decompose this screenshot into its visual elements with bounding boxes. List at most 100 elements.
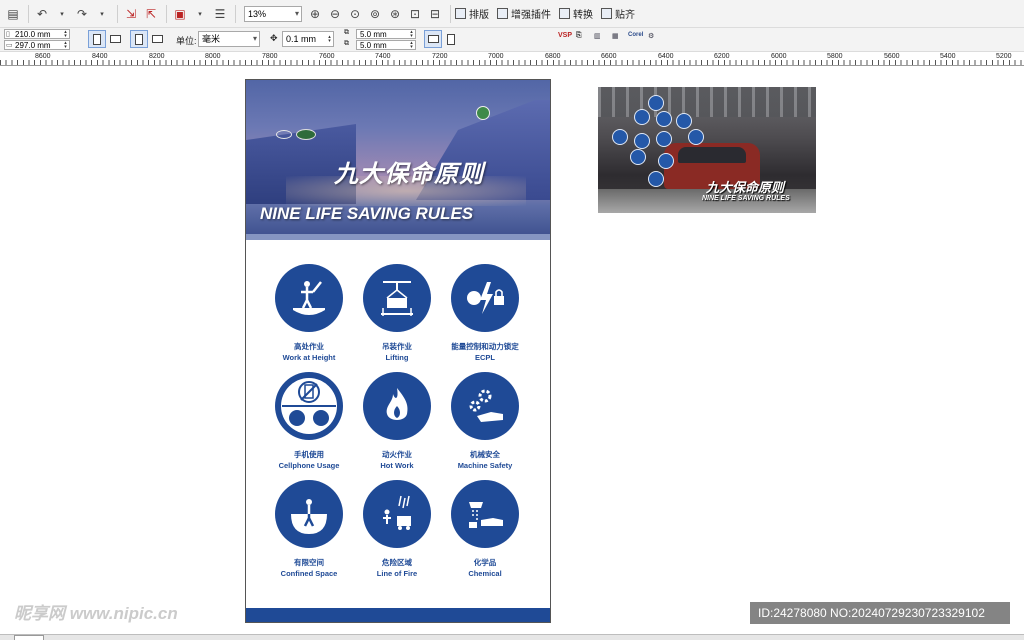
zoom-selected-icon[interactable]: ⊙ [346,5,364,23]
all-pages-button[interactable] [130,30,148,48]
duplicate-y-field[interactable]: 5.0 mm ▴ ▾ [356,40,416,50]
duplicate-y-value: 5.0 mm [360,41,387,50]
options-icon[interactable]: ☰ [211,5,229,23]
rule-confined-space: 有限空间 Confined Space [259,480,359,578]
stepper-icon[interactable]: ▴ ▾ [326,35,333,44]
all-pages-icon [135,33,143,45]
macro-icon[interactable]: ⎘ [576,32,582,40]
menu-plugins[interactable]: 增强插件 [497,6,551,21]
rule-en-label: Machine Safety [457,461,513,470]
units-value: 毫米 [202,34,221,44]
current-page-icon [151,35,163,43]
current-page-button[interactable] [148,30,166,48]
import-icon[interactable]: ⇲ [122,5,140,23]
height-icon: ▭ [6,42,13,49]
plugin-icon[interactable]: ⚙ [648,32,654,40]
snap-icon [601,8,612,19]
rule-en-label: Chemical [468,569,502,578]
building-logo [476,106,490,120]
export-icon[interactable]: ⇱ [142,5,160,23]
rule-work-at-height: 高处作业 Work at Height [259,264,359,362]
zoom-all-icon[interactable]: ⊚ [366,5,384,23]
rule-en-label: ECPL [474,353,495,362]
lifting-icon [363,264,431,332]
ruler-label: 5800 [827,53,843,60]
ruler-label: 5400 [940,53,956,60]
landscape-button[interactable] [106,30,124,48]
machine-safety-icon [451,372,519,440]
thumbnail-title-cn: 九大保命原则 [706,180,785,195]
cellphone-icon [275,372,343,440]
zoom-page-icon[interactable]: ⊛ [386,5,404,23]
ruler-label: 5200 [996,53,1012,60]
duplicate-x-field[interactable]: 5.0 mm ▴ ▾ [356,29,416,39]
page-height-field[interactable]: ▭ 297.0 mm ▴ ▾ [4,40,70,50]
horizontal-ruler[interactable]: 8600 8400 8200 8000 7800 7600 7400 7200 … [0,52,1024,66]
rule-hot-work: 动火作业 Hot Work [347,372,447,470]
ruler-label: 7000 [488,53,504,60]
nudge-distance-field[interactable]: 0.1 mm ▴ ▾ [282,31,334,47]
duplicate-x-value: 5.0 mm [360,30,387,39]
rule-cellphone: 手机使用 Cellphone Usage [259,372,359,470]
undo-dropdown-icon[interactable]: ▾ [53,5,71,23]
id-watermark: ID:24278080 NO:20240729230723329102 [750,602,1010,624]
portrait-button[interactable] [88,30,106,48]
factory-ceiling [598,87,816,117]
rule-badge-icon [658,153,674,169]
header-divider [246,234,550,240]
coreldraw-window: ▤ ↶ ▾ ↷ ▾ ⇲ ⇱ ▣ ▾ ☰ 13% ▾ ⊕ ⊖ ⊙ ⊚ ⊛ ⊡ ⊟ … [0,0,1024,640]
units-label: 单位: [176,36,197,46]
undo-icon[interactable]: ↶ [33,5,51,23]
rule-chemical: 化学品 Chemical [435,480,535,578]
zoom-level-select[interactable]: 13% ▾ [244,5,302,22]
vsp-label[interactable]: VSP [558,32,572,39]
barcode-icon[interactable]: ▥ [594,32,601,40]
treat-as-filled-button[interactable] [442,30,460,48]
menu-convert[interactable]: 转换 [559,6,593,21]
menu-layout[interactable]: 排版 [455,6,489,21]
width-icon: ▯ [6,31,10,38]
chevron-down-icon: ▾ [294,8,299,18]
rule-en-label: Line of Fire [376,569,418,578]
print-dropdown-icon[interactable]: ▾ [191,5,209,23]
zoom-out-icon[interactable]: ⊖ [326,5,344,23]
ruler-label: 6800 [545,53,561,60]
ruler-label: 7200 [432,53,448,60]
page-tabs-bar [0,634,1024,640]
rule-cn-label: 机械安全 [470,450,500,459]
rule-badge-icon [648,95,664,111]
nudge-distance-value: 0.1 mm [286,34,317,44]
stepper-icon[interactable]: ▴ ▾ [62,30,69,39]
units-select[interactable]: 毫米 ▾ [198,31,260,47]
print-icon[interactable]: ▣ [171,5,189,23]
rule-badge-icon [612,129,628,145]
page-width-field[interactable]: ▯ 210.0 mm ▴ ▾ [4,29,70,39]
menu-snap[interactable]: 贴齐 [601,6,635,21]
menu-convert-label: 转换 [573,10,593,21]
rule-badge-icon [648,171,664,187]
toolbar-separator [166,4,167,23]
confined-space-icon [275,480,343,548]
stepper-icon[interactable]: ▴ ▾ [408,30,415,39]
corel-label[interactable]: Corel [628,32,643,38]
property-bar: ▯ 210.0 mm ▴ ▾ ▭ 297.0 mm ▴ ▾ 单位: 毫米 ▾ ✥ 0… [0,28,1024,52]
stepper-icon[interactable]: ▴ ▾ [408,41,415,50]
toolbar-separator [28,4,29,23]
snap-units-icon [427,35,439,43]
snap-units-button[interactable] [424,30,442,48]
zoom-width-icon[interactable]: ⊡ [406,5,424,23]
paste-icon[interactable]: ▤ [4,5,22,23]
safety-poster[interactable]: 九大保命原则 NINE LIFE SAVING RULES 高处作业 Work … [245,79,551,623]
ruler-label: 6200 [714,53,730,60]
zoom-in-icon[interactable]: ⊕ [306,5,324,23]
drawing-canvas[interactable]: 九大保命原则 NINE LIFE SAVING RULES 高处作业 Work … [0,67,1024,640]
zoom-height-icon[interactable]: ⊟ [426,5,444,23]
redo-icon[interactable]: ↷ [73,5,91,23]
qr-code-icon[interactable]: ▦ [612,32,619,40]
landscape-icon [109,35,121,43]
redo-dropdown-icon[interactable]: ▾ [93,5,111,23]
page-tab[interactable] [14,635,44,640]
rule-machine-safety: 机械安全 Machine Safety [435,372,535,470]
stepper-icon[interactable]: ▴ ▾ [62,41,69,50]
factory-thumbnail[interactable]: 九大保命原则 NINE LIFE SAVING RULES [598,87,816,213]
